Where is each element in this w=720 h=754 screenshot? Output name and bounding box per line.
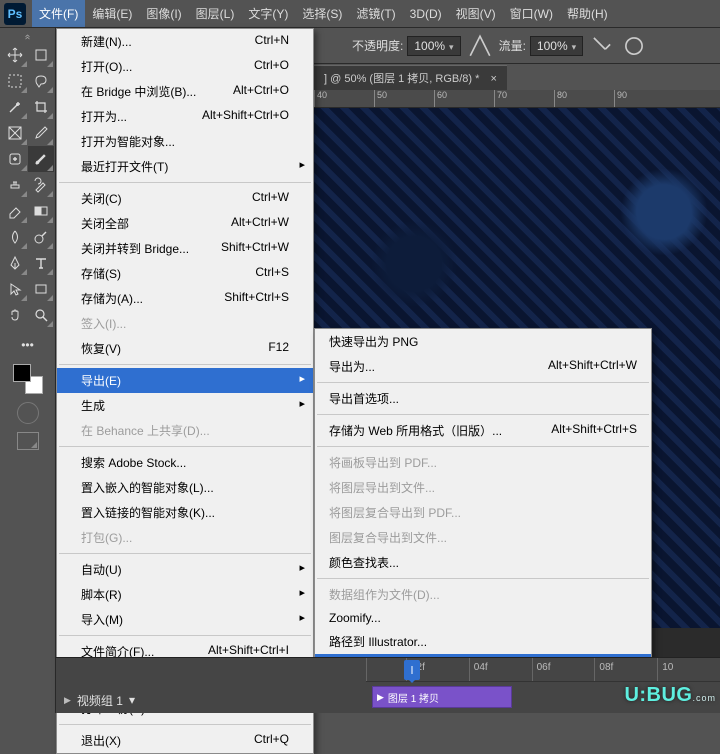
menu-filter[interactable]: 滤镜(T) bbox=[349, 0, 402, 27]
menu-layer[interactable]: 图层(L) bbox=[189, 0, 242, 27]
move-tool[interactable] bbox=[2, 42, 28, 68]
menu-view[interactable]: 视图(V) bbox=[449, 0, 503, 27]
opacity-field[interactable]: 100% bbox=[407, 36, 460, 56]
menu-item[interactable]: 关闭(C)Ctrl+W bbox=[57, 186, 313, 211]
timeline-clip-label: 图层 1 拷贝 bbox=[388, 690, 439, 705]
menu-item[interactable]: 导入(M) bbox=[57, 607, 313, 632]
menu-image[interactable]: 图像(I) bbox=[139, 0, 188, 27]
menu-item[interactable]: 生成 bbox=[57, 393, 313, 418]
document-tabs: ] @ 50% (图层 1 拷贝, RGB/8) * × bbox=[314, 64, 507, 90]
pressure-opacity-icon[interactable] bbox=[467, 33, 493, 59]
menu-item[interactable]: 搜索 Adobe Stock... bbox=[57, 450, 313, 475]
menu-item[interactable]: 恢复(V)F12 bbox=[57, 336, 313, 361]
menu-item[interactable]: 关闭并转到 Bridge...Shift+Ctrl+W bbox=[57, 236, 313, 261]
submenu-item: 将图层复合导出到 PDF... bbox=[315, 500, 651, 525]
submenu-item[interactable]: 导出首选项... bbox=[315, 386, 651, 411]
menu-item: 在 Behance 上共享(D)... bbox=[57, 418, 313, 443]
artboard-tool[interactable] bbox=[28, 42, 54, 68]
submenu-item[interactable]: 存储为 Web 所用格式（旧版）...Alt+Shift+Ctrl+S bbox=[315, 418, 651, 443]
menu-file[interactable]: 文件(F) bbox=[32, 0, 85, 27]
hand-tool[interactable] bbox=[2, 302, 28, 328]
tools-panel: ••• bbox=[0, 28, 56, 713]
submenu-item: 数据组作为文件(D)... bbox=[315, 582, 651, 607]
opacity-label: 不透明度: bbox=[352, 37, 403, 54]
close-tab-icon[interactable]: × bbox=[491, 73, 497, 85]
timeline-clip[interactable]: ▶ 图层 1 拷贝 bbox=[372, 686, 512, 708]
menu-item[interactable]: 打开为智能对象... bbox=[57, 129, 313, 154]
submenu-item[interactable]: 导出为...Alt+Shift+Ctrl+W bbox=[315, 354, 651, 379]
eraser-tool[interactable] bbox=[2, 198, 28, 224]
history-brush-tool[interactable] bbox=[28, 172, 54, 198]
submenu-item: 将图层导出到文件... bbox=[315, 475, 651, 500]
menu-item: 打包(G)... bbox=[57, 525, 313, 550]
flow-label: 流量: bbox=[499, 37, 526, 54]
menu-item: 签入(I)... bbox=[57, 311, 313, 336]
file-menu-dropdown: 新建(N)...Ctrl+N打开(O)...Ctrl+O在 Bridge 中浏览… bbox=[56, 28, 314, 754]
menu-item[interactable]: 打开(O)...Ctrl+O bbox=[57, 54, 313, 79]
menu-type[interactable]: 文字(Y) bbox=[241, 0, 295, 27]
pressure-size-icon[interactable] bbox=[621, 33, 647, 59]
foreground-color-swatch[interactable] bbox=[13, 364, 31, 382]
eyedropper-tool[interactable] bbox=[28, 120, 54, 146]
menu-item[interactable]: 自动(U) bbox=[57, 557, 313, 582]
menu-help[interactable]: 帮助(H) bbox=[560, 0, 615, 27]
menu-item[interactable]: 打开为...Alt+Shift+Ctrl+O bbox=[57, 104, 313, 129]
marquee-tool[interactable] bbox=[2, 68, 28, 94]
menu-item[interactable]: 导出(E) bbox=[57, 368, 313, 393]
frame-tool[interactable] bbox=[2, 120, 28, 146]
menu-3d[interactable]: 3D(D) bbox=[403, 2, 449, 26]
flow-field[interactable]: 100% bbox=[530, 36, 583, 56]
collapse-tools-icon[interactable] bbox=[0, 32, 55, 42]
magic-wand-tool[interactable] bbox=[2, 94, 28, 120]
path-selection-tool[interactable] bbox=[2, 276, 28, 302]
gradient-tool[interactable] bbox=[28, 198, 54, 224]
zoom-tool[interactable] bbox=[28, 302, 54, 328]
submenu-item: 图层复合导出到文件... bbox=[315, 525, 651, 550]
color-swatches[interactable] bbox=[13, 364, 43, 394]
submenu-item[interactable]: 颜色查找表... bbox=[315, 550, 651, 575]
menu-item[interactable]: 存储(S)Ctrl+S bbox=[57, 261, 313, 286]
menu-item[interactable]: 在 Bridge 中浏览(B)...Alt+Ctrl+O bbox=[57, 79, 313, 104]
menu-select[interactable]: 选择(S) bbox=[295, 0, 349, 27]
submenu-item: 将画板导出到 PDF... bbox=[315, 450, 651, 475]
timeline-panel: 02f 04f 06f 08f 10 ▶ 视频组 1 ▾ ▶ 图层 1 拷贝 bbox=[56, 657, 720, 713]
watermark: U:BUG.com bbox=[624, 684, 716, 707]
screen-mode-toggle[interactable] bbox=[17, 432, 39, 450]
app-logo: Ps bbox=[4, 3, 26, 25]
menu-item[interactable]: 存储为(A)...Shift+Ctrl+S bbox=[57, 286, 313, 311]
timeline-playhead[interactable] bbox=[404, 660, 420, 680]
clone-stamp-tool[interactable] bbox=[2, 172, 28, 198]
timeline-group-label: 视频组 1 bbox=[77, 692, 123, 709]
document-tab-title: ] @ 50% (图层 1 拷贝, RGB/8) * bbox=[324, 73, 479, 85]
type-tool[interactable] bbox=[28, 250, 54, 276]
menu-edit[interactable]: 编辑(E) bbox=[85, 0, 139, 27]
menu-item[interactable]: 退出(X)Ctrl+Q bbox=[57, 728, 313, 753]
rectangle-tool[interactable] bbox=[28, 276, 54, 302]
airbrush-icon[interactable] bbox=[589, 33, 615, 59]
submenu-item[interactable]: 快速导出为 PNG bbox=[315, 329, 651, 354]
document-tab[interactable]: ] @ 50% (图层 1 拷贝, RGB/8) * × bbox=[314, 65, 507, 90]
blur-tool[interactable] bbox=[2, 224, 28, 250]
ruler-horizontal: 40 50 60 70 80 90 bbox=[314, 90, 720, 108]
pen-tool[interactable] bbox=[2, 250, 28, 276]
crop-tool[interactable] bbox=[28, 94, 54, 120]
timeline-track-header[interactable]: ▶ 视频组 1 ▾ bbox=[56, 686, 366, 714]
menu-item[interactable]: 新建(N)...Ctrl+N bbox=[57, 29, 313, 54]
menu-item[interactable]: 置入嵌入的智能对象(L)... bbox=[57, 475, 313, 500]
edit-toolbar[interactable]: ••• bbox=[15, 332, 41, 358]
menu-item[interactable]: 置入链接的智能对象(K)... bbox=[57, 500, 313, 525]
menu-item[interactable]: 脚本(R) bbox=[57, 582, 313, 607]
export-submenu: 快速导出为 PNG导出为...Alt+Shift+Ctrl+W 导出首选项... 存… bbox=[314, 328, 652, 680]
dodge-tool[interactable] bbox=[28, 224, 54, 250]
menu-window[interactable]: 窗口(W) bbox=[503, 0, 560, 27]
quick-mask-toggle[interactable] bbox=[17, 402, 39, 424]
menu-bar: Ps 文件(F) 编辑(E) 图像(I) 图层(L) 文字(Y) 选择(S) 滤… bbox=[0, 0, 720, 28]
menu-item[interactable]: 最近打开文件(T) bbox=[57, 154, 313, 179]
submenu-item[interactable]: 路径到 Illustrator... bbox=[315, 629, 651, 654]
submenu-item[interactable]: Zoomify... bbox=[315, 607, 651, 629]
brush-tool[interactable] bbox=[28, 146, 54, 172]
healing-brush-tool[interactable] bbox=[2, 146, 28, 172]
lasso-tool[interactable] bbox=[28, 68, 54, 94]
menu-item[interactable]: 关闭全部Alt+Ctrl+W bbox=[57, 211, 313, 236]
